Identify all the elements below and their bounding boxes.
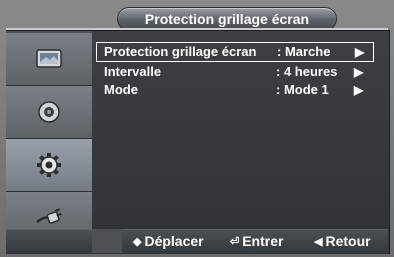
hint-move-label: Déplacer (144, 233, 204, 249)
menu-item-interval[interactable]: Intervalle : 4 heures ▶ (96, 63, 372, 81)
hint-move: ◆ Déplacer (133, 233, 204, 250)
updown-arrows-icon: ◆ (133, 236, 142, 248)
menu-item-screen-burn-protection[interactable]: Protection grillage écran : Marche ▶ (96, 42, 374, 62)
menu-item-label: Protection grillage écran (104, 44, 257, 59)
enter-icon: ⏎ (230, 236, 240, 248)
picture-icon (36, 49, 62, 68)
menu-item-value: : Mode 1 (276, 82, 329, 97)
menu-item-value: : 4 heures (276, 64, 338, 79)
sidebar-item-picture[interactable] (6, 33, 92, 86)
category-sidebar (6, 31, 92, 252)
menu-item-label: Intervalle (104, 64, 162, 79)
input-plug-icon (36, 208, 62, 224)
menu-item-value: : Marche (277, 44, 331, 59)
sidebar-item-setup[interactable] (6, 139, 92, 192)
setup-gear-icon (37, 153, 61, 177)
sidebar-item-sound[interactable] (6, 86, 92, 139)
hint-back-label: Retour (325, 233, 371, 249)
hint-enter: ⏎ Entrer (230, 233, 283, 250)
menu-item-mode[interactable]: Mode : Mode 1 ▶ (96, 81, 372, 99)
menu-item-label: Mode (104, 82, 138, 97)
hint-back: ◀ Retour (314, 233, 371, 250)
chevron-right-icon: ▶ (355, 45, 365, 59)
sound-icon (38, 101, 60, 123)
hint-enter-label: Entrer (242, 233, 284, 249)
back-arrow-icon: ◀ (314, 236, 323, 248)
chevron-right-icon: ▶ (354, 65, 364, 79)
hint-bar-notch (92, 229, 122, 253)
chevron-right-icon: ▶ (354, 83, 364, 97)
